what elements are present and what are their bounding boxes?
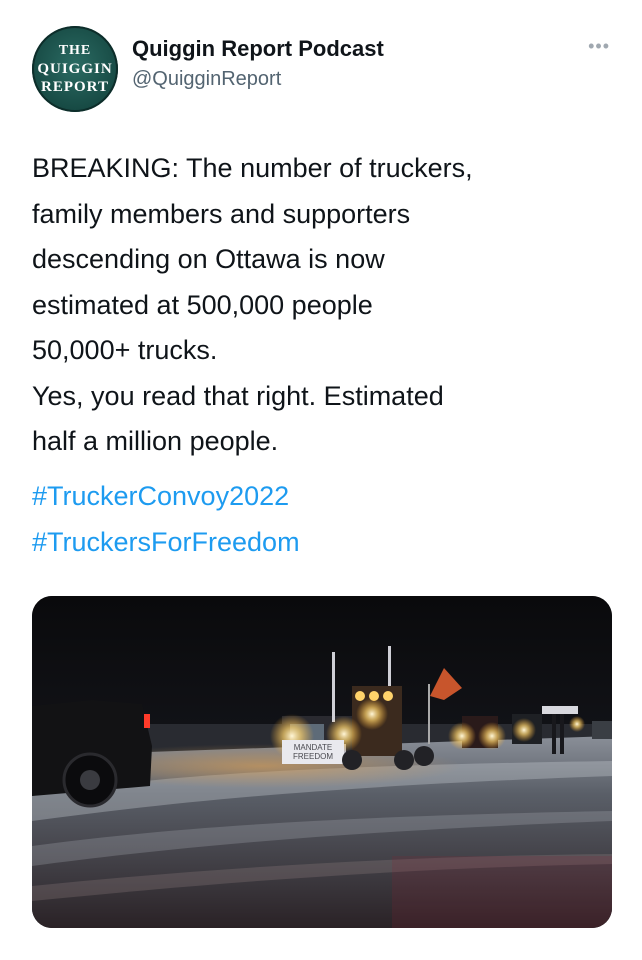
hashtag-link[interactable]: #TruckersForFreedom: [32, 520, 622, 566]
avatar[interactable]: THE QUIGGIN REPORT: [32, 26, 118, 112]
tweet-photo[interactable]: MANDATE FREEDOM: [32, 596, 612, 928]
tweet-line: Yes, you read that right. Estimated: [32, 380, 444, 411]
tweet-header: THE QUIGGIN REPORT Quiggin Report Podcas…: [32, 26, 612, 112]
tweet-text: BREAKING: The number of truckers, family…: [32, 146, 622, 465]
account-handle[interactable]: @QuigginReport: [132, 68, 281, 91]
tweet-line: family members and supporters: [32, 198, 411, 229]
hashtag-link[interactable]: #TruckerConvoy2022: [32, 474, 622, 520]
truck-convoy-photo: MANDATE FREEDOM: [32, 596, 612, 928]
ellipsis-icon[interactable]: •••: [588, 36, 610, 57]
tweet-line: 50,000+ trucks.: [32, 335, 218, 365]
avatar-logo: THE QUIGGIN REPORT: [32, 42, 118, 96]
tweet-line: BREAKING: The number of truckers,: [32, 153, 473, 183]
avatar-logo-line: REPORT: [41, 79, 109, 95]
avatar-logo-line: QUIGGIN: [37, 61, 113, 77]
avatar-logo-line: THE: [58, 43, 92, 58]
truck-sign-text: FREEDOM: [293, 752, 333, 761]
tweet-line: half a million people.: [32, 426, 279, 456]
truck-sign-text: MANDATE: [294, 743, 333, 752]
tweet-line: estimated at 500,000 people: [32, 289, 373, 320]
display-name[interactable]: Quiggin Report Podcast: [132, 36, 384, 62]
hashtag-list: #TruckerConvoy2022 #TruckersForFreedom: [32, 474, 622, 565]
tweet-line: descending on Ottawa is now: [32, 244, 385, 274]
